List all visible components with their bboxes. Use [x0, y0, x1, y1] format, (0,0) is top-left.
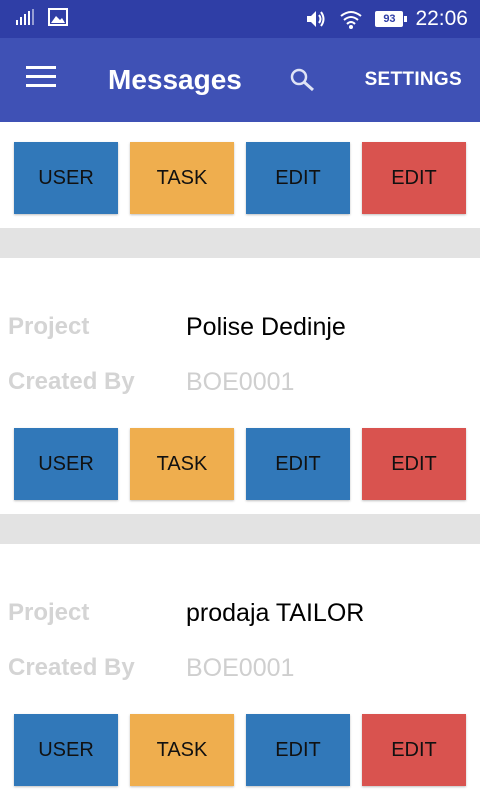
app-bar: Messages SETTINGS: [0, 38, 480, 122]
created-by-value: BOE0001: [186, 368, 295, 396]
card-divider: [0, 228, 480, 258]
image-icon: [48, 8, 68, 26]
action-button-row: USER TASK EDIT EDIT: [14, 142, 466, 214]
task-button[interactable]: TASK: [130, 714, 234, 786]
created-by-label: Created By: [8, 368, 135, 395]
status-bar: 93 22:06: [0, 0, 480, 38]
search-icon[interactable]: [288, 66, 318, 96]
created-by-label: Created By: [8, 654, 135, 681]
user-button[interactable]: USER: [14, 142, 118, 214]
message-card: Project prodaja TAILOR Created By BOE000…: [0, 544, 480, 800]
message-card: USER TASK EDIT EDIT: [0, 122, 480, 228]
edit-button[interactable]: EDIT: [246, 142, 350, 214]
edit-danger-button[interactable]: EDIT: [362, 714, 466, 786]
volume-icon: [307, 11, 325, 27]
settings-button[interactable]: SETTINGS: [365, 68, 462, 92]
wifi-icon: [340, 11, 363, 29]
page-title: Messages: [108, 64, 242, 95]
status-time: 22:06: [415, 7, 468, 30]
battery-indicator: 93: [375, 11, 408, 27]
action-button-row: USER TASK EDIT EDIT: [14, 714, 466, 786]
user-button[interactable]: USER: [14, 714, 118, 786]
project-label: Project: [8, 599, 90, 626]
task-button[interactable]: TASK: [130, 428, 234, 500]
message-card: Project Polise Dedinje Created By BOE000…: [0, 258, 480, 514]
user-button[interactable]: USER: [14, 428, 118, 500]
project-value: Polise Dedinje: [186, 313, 346, 341]
action-button-row: USER TASK EDIT EDIT: [14, 428, 466, 500]
signal-icon: [16, 9, 34, 25]
edit-button[interactable]: EDIT: [246, 428, 350, 500]
card-divider: [0, 514, 480, 544]
edit-danger-button[interactable]: EDIT: [362, 142, 466, 214]
hamburger-menu-icon[interactable]: [26, 66, 56, 90]
project-label: Project: [8, 313, 90, 340]
edit-button[interactable]: EDIT: [246, 714, 350, 786]
task-button[interactable]: TASK: [130, 142, 234, 214]
created-by-value: BOE0001: [186, 654, 295, 682]
project-value: prodaja TAILOR: [186, 599, 365, 627]
edit-danger-button[interactable]: EDIT: [362, 428, 466, 500]
